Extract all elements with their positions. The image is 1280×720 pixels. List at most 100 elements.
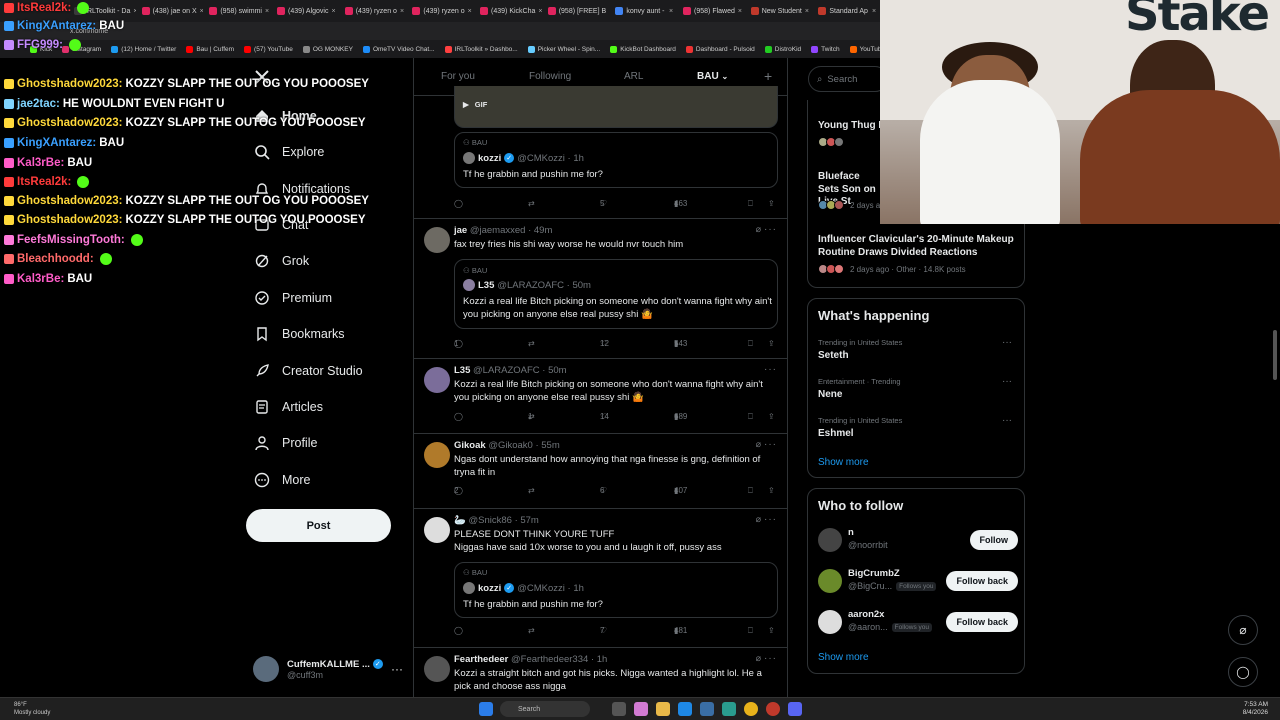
follow-button[interactable]: Follow <box>969 530 1018 550</box>
browser-tab[interactable]: (958) Flawed × <box>679 2 745 20</box>
post-1[interactable]: jae @jaemaxxed · 49m ⌀ ··· fax trey frie… <box>414 219 787 359</box>
follow-back-button[interactable]: Follow back <box>946 612 1018 632</box>
account-switcher[interactable]: CuffemKALLME ... ✓ @cuff3m ··· <box>253 654 403 684</box>
task-view-icon[interactable] <box>612 702 626 716</box>
store-icon[interactable] <box>700 702 714 716</box>
share-icon[interactable]: ⇪ <box>768 412 775 421</box>
tab-arl[interactable]: ARL <box>624 71 643 82</box>
follow-suggestion[interactable]: aaron2x @aaron... Follows you Follow back <box>818 608 1018 638</box>
grok-icon[interactable]: ⌀ <box>756 224 761 235</box>
retweet-icon[interactable]: ⇄ <box>528 626 535 635</box>
nav-more[interactable]: More <box>254 472 310 488</box>
taskbar-clock[interactable]: 7:53 AM 8/4/2026 <box>1243 701 1268 717</box>
app-icon[interactable] <box>722 702 736 716</box>
grok-icon[interactable]: ⌀ <box>756 653 761 664</box>
app-icon[interactable] <box>634 702 648 716</box>
page-scrollbar[interactable] <box>1273 330 1277 380</box>
gif-media[interactable]: ▶ GIF <box>454 86 778 128</box>
more-icon[interactable]: ··· <box>764 364 777 375</box>
more-icon[interactable]: ··· <box>764 514 777 525</box>
chrome-icon[interactable] <box>744 702 758 716</box>
reply-icon[interactable]: ◯ <box>454 412 463 421</box>
weather-widget[interactable]: 86°F Mostly cloudy <box>14 701 50 717</box>
taskbar-search[interactable]: Search <box>500 701 590 717</box>
follow-suggestion[interactable]: BigCrumbZ @BigCru... Follows you Follow b… <box>818 567 1018 597</box>
bookmark-icon[interactable]: ⎕ <box>748 339 753 349</box>
more-icon[interactable]: ··· <box>391 662 403 676</box>
close-icon[interactable]: × <box>468 8 472 15</box>
grok-icon[interactable]: ⌀ <box>756 514 761 525</box>
quoted-post[interactable]: ⚇ BAU kozzi ✓ @CMKozzi · 1h Tf he grabbi… <box>454 132 778 188</box>
close-icon[interactable]: × <box>400 8 404 15</box>
post-5[interactable]: Fearthedeer @Fearthedeer334 · 1h ⌀ ··· K… <box>414 648 787 698</box>
close-icon[interactable]: × <box>872 8 876 15</box>
close-icon[interactable]: × <box>538 8 541 15</box>
browser-tab[interactable]: Standard Ap × <box>814 2 880 20</box>
bookmark-icon[interactable]: ⎕ <box>748 626 753 636</box>
tab-following[interactable]: Following <box>529 71 571 82</box>
browser-tab[interactable]: New Student × <box>747 2 813 20</box>
edge-icon[interactable] <box>678 702 692 716</box>
share-icon[interactable]: ⇪ <box>768 486 775 495</box>
add-tab-icon[interactable]: + <box>764 68 772 84</box>
tab-bau[interactable]: BAU ⌄ <box>697 71 728 94</box>
more-icon[interactable]: ··· <box>764 653 777 664</box>
post-3[interactable]: Gikoak @Gikoak0 · 55m ⌀ ··· Ngas dont un… <box>414 434 787 509</box>
grok-float-button[interactable]: ⌀ <box>1228 615 1258 645</box>
bookmark-item[interactable]: DistroKid <box>764 45 801 53</box>
more-icon[interactable]: ··· <box>764 224 777 235</box>
quoted-post[interactable]: ⚇ BAU L35 @LARAZOAFC · 50m Kozzi a real … <box>454 259 778 329</box>
follow-suggestion[interactable]: n @noorrbit Follow <box>818 526 1018 556</box>
nav-articles[interactable]: Articles <box>254 399 323 415</box>
post-2[interactable]: L35 @LARAZOAFC · 50m ··· Kozzi a real li… <box>414 359 787 434</box>
bookmark-icon[interactable]: ⎕ <box>748 486 753 496</box>
bookmark-item[interactable]: YouTube to WAV D... <box>849 45 880 53</box>
nav-premium[interactable]: Premium <box>254 290 332 306</box>
post-0[interactable]: ▶ GIF ⚇ BAU kozzi ✓ @CMKozzi · 1h Tf he g… <box>414 86 787 219</box>
search-input[interactable]: ⌕ Search <box>808 66 888 92</box>
bookmark-item[interactable]: IRLToolkit » Dashbo... <box>444 45 518 53</box>
bookmark-icon[interactable]: ⎕ <box>748 199 753 209</box>
reply-icon[interactable]: ◯ <box>454 626 463 635</box>
more-icon[interactable]: ··· <box>1002 415 1012 426</box>
browser-tab[interactable]: (439) ryzen o × <box>408 2 474 20</box>
more-icon[interactable]: ··· <box>764 439 777 450</box>
bookmark-item[interactable]: KickBot Dashboard <box>610 45 676 53</box>
retweet-icon[interactable]: ⇄ <box>528 486 535 495</box>
news-title[interactable]: Influencer Clavicular's 20-Minute Makeup… <box>818 234 1018 259</box>
discord-icon[interactable] <box>788 702 802 716</box>
follow-back-button[interactable]: Follow back <box>946 571 1018 591</box>
retweet-icon[interactable]: ⇄ <box>528 339 535 348</box>
trend-name[interactable]: Eshmel <box>818 428 854 439</box>
retweet-icon[interactable]: ⇄ <box>528 199 535 208</box>
grok-icon[interactable]: ⌀ <box>756 439 761 450</box>
messages-float-button[interactable]: ◯ <box>1228 657 1258 687</box>
browser-tab[interactable]: (439) KickCha × <box>476 2 542 20</box>
more-icon[interactable]: ··· <box>1002 337 1012 348</box>
show-more-link[interactable]: Show more <box>818 652 869 663</box>
nav-profile[interactable]: Profile <box>254 435 317 451</box>
share-icon[interactable]: ⇪ <box>768 339 775 348</box>
reply-icon[interactable]: ◯ <box>454 199 463 208</box>
bookmark-item[interactable]: Twitch <box>811 45 840 53</box>
post-button[interactable]: Post <box>246 509 391 542</box>
nav-creator-studio[interactable]: Creator Studio <box>254 363 363 379</box>
share-icon[interactable]: ⇪ <box>768 626 775 635</box>
file-explorer-icon[interactable] <box>656 702 670 716</box>
tab-for-you[interactable]: For you <box>441 71 475 82</box>
quoted-post[interactable]: ⚇ BAU kozzi ✓ @CMKozzi · 1h Tf he grabbi… <box>454 562 778 618</box>
show-more-link[interactable]: Show more <box>818 457 869 468</box>
more-icon[interactable]: ··· <box>1002 376 1012 387</box>
browser-tab[interactable]: (958) [FREE] B× <box>544 2 609 20</box>
post-4[interactable]: 🦢 @Snick86 · 57m ⌀ ··· PLEASE DONT THINK… <box>414 509 787 648</box>
close-icon[interactable]: × <box>669 8 673 15</box>
bookmark-item[interactable]: Picker Wheel - Spin... <box>527 45 600 53</box>
close-icon[interactable]: × <box>738 8 742 15</box>
obs-icon[interactable] <box>766 702 780 716</box>
trend-name[interactable]: Seteth <box>818 350 849 361</box>
nav-bookmarks[interactable]: Bookmarks <box>254 326 345 342</box>
share-icon[interactable]: ⇪ <box>768 199 775 208</box>
close-icon[interactable]: × <box>805 8 809 15</box>
bookmark-icon[interactable]: ⎕ <box>748 412 753 422</box>
trend-name[interactable]: Nene <box>818 389 842 400</box>
